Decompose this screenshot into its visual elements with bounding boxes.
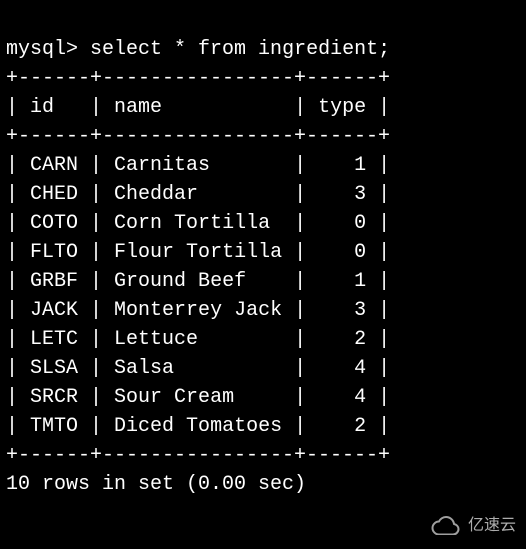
table-row: | FLTO | Flour Tortilla | 0 | bbox=[6, 241, 390, 264]
table-row: | CARN | Carnitas | 1 | bbox=[6, 154, 390, 177]
cell-type: 1 bbox=[354, 154, 366, 177]
cloud-icon bbox=[428, 515, 462, 535]
cell-id: CHED bbox=[30, 183, 78, 206]
cell-id: LETC bbox=[30, 328, 78, 351]
watermark: 亿速云 bbox=[428, 514, 516, 537]
terminal-output: mysql> select * from ingredient; +------… bbox=[6, 6, 520, 499]
cell-type: 3 bbox=[354, 183, 366, 206]
cell-type: 4 bbox=[354, 357, 366, 380]
watermark-text: 亿速云 bbox=[468, 514, 516, 537]
table-row: | JACK | Monterrey Jack | 3 | bbox=[6, 299, 390, 322]
cell-type: 0 bbox=[354, 241, 366, 264]
cell-type: 2 bbox=[354, 415, 366, 438]
header-type: type bbox=[318, 96, 366, 119]
table-row: | CHED | Cheddar | 3 | bbox=[6, 183, 390, 206]
cell-name: Monterrey Jack bbox=[114, 299, 282, 322]
prompt-line: mysql> select * from ingredient; bbox=[6, 38, 390, 61]
cell-name: Diced Tomatoes bbox=[114, 415, 282, 438]
table-row: | COTO | Corn Tortilla | 0 | bbox=[6, 212, 390, 235]
table-row: | TMTO | Diced Tomatoes | 2 | bbox=[6, 415, 390, 438]
cell-id: SLSA bbox=[30, 357, 78, 380]
sql-query: select * from ingredient; bbox=[90, 38, 390, 61]
header-id: id bbox=[30, 96, 54, 119]
table-header-border: +------+----------------+------+ bbox=[6, 125, 390, 148]
cell-name: Salsa bbox=[114, 357, 174, 380]
table-row: | GRBF | Ground Beef | 1 | bbox=[6, 270, 390, 293]
cell-id: CARN bbox=[30, 154, 78, 177]
cell-type: 2 bbox=[354, 328, 366, 351]
cell-id: GRBF bbox=[30, 270, 78, 293]
cell-id: SRCR bbox=[30, 386, 78, 409]
cell-name: Flour Tortilla bbox=[114, 241, 282, 264]
cell-name: Ground Beef bbox=[114, 270, 246, 293]
table-bottom-border: +------+----------------+------+ bbox=[6, 444, 390, 467]
cell-name: Lettuce bbox=[114, 328, 198, 351]
cell-id: TMTO bbox=[30, 415, 78, 438]
cell-id: JACK bbox=[30, 299, 78, 322]
table-row: | LETC | Lettuce | 2 | bbox=[6, 328, 390, 351]
header-name: name bbox=[114, 96, 162, 119]
cell-name: Sour Cream bbox=[114, 386, 234, 409]
prompt-prefix: mysql> bbox=[6, 38, 78, 61]
cell-type: 1 bbox=[354, 270, 366, 293]
cell-name: Corn Tortilla bbox=[114, 212, 270, 235]
cell-name: Cheddar bbox=[114, 183, 198, 206]
cell-type: 0 bbox=[354, 212, 366, 235]
cell-type: 4 bbox=[354, 386, 366, 409]
table-row: | SRCR | Sour Cream | 4 | bbox=[6, 386, 390, 409]
table-top-border: +------+----------------+------+ bbox=[6, 67, 390, 90]
table-row: | SLSA | Salsa | 4 | bbox=[6, 357, 390, 380]
cell-id: COTO bbox=[30, 212, 78, 235]
result-footer: 10 rows in set (0.00 sec) bbox=[6, 473, 306, 496]
cell-id: FLTO bbox=[30, 241, 78, 264]
cell-type: 3 bbox=[354, 299, 366, 322]
table-header-row: | id | name | type | bbox=[6, 96, 390, 119]
cell-name: Carnitas bbox=[114, 154, 210, 177]
